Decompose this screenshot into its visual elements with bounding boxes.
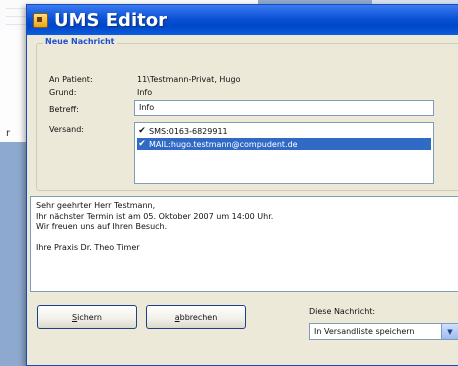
- background-panel: [0, 30, 27, 142]
- ums-editor-window: UMS Editor Neue Nachricht An Patient: 11…: [26, 4, 458, 366]
- dispatch-item-label: MAIL:hugo.testmann@compudent.de: [149, 139, 298, 149]
- dispatch-label: Versand:: [49, 125, 84, 134]
- cancel-button-label: abbrechen: [174, 312, 218, 322]
- patient-label: An Patient:: [49, 75, 93, 84]
- message-textarea[interactable]: Sehr geehrter Herr Testmann, Ihr nächste…: [30, 196, 458, 292]
- message-line: [36, 233, 458, 244]
- reason-label: Grund:: [49, 88, 77, 97]
- cancel-button[interactable]: abbrechen: [146, 305, 246, 329]
- dispatch-item-label: SMS:0163-6829911: [149, 126, 228, 136]
- subject-input[interactable]: Info: [134, 100, 434, 116]
- message-line: Sehr geehrter Herr Testmann,: [36, 201, 156, 210]
- message-line: Ihre Praxis Dr. Theo Timer: [36, 243, 140, 252]
- chevron-down-icon[interactable]: ▼: [441, 324, 458, 339]
- message-line: Wir freuen uns auf Ihren Besuch.: [36, 222, 168, 231]
- background-text: r: [6, 128, 11, 139]
- new-message-group: Neue Nachricht An Patient: 11\Testmann-P…: [36, 37, 458, 191]
- dispatch-list[interactable]: ✔ SMS:0163-6829911 ✔ MAIL:hugo.testmann@…: [134, 122, 434, 184]
- patient-value: 11\Testmann-Privat, Hugo: [137, 75, 241, 84]
- dispatch-item-mail[interactable]: ✔ MAIL:hugo.testmann@compudent.de: [137, 138, 431, 150]
- subject-label: Betreff:: [49, 105, 79, 114]
- message-option-label: Diese Nachricht:: [309, 307, 376, 316]
- message-option-select[interactable]: In Versandliste speichern ▼: [309, 323, 458, 340]
- app-icon: [33, 12, 48, 28]
- dispatch-item-sms[interactable]: ✔ SMS:0163-6829911: [137, 125, 431, 137]
- save-button[interactable]: Sichern: [37, 305, 137, 329]
- window-title: UMS Editor: [54, 9, 167, 31]
- group-label: Neue Nachricht: [43, 37, 117, 46]
- save-button-label: Sichern: [72, 312, 102, 322]
- message-option-value: In Versandliste speichern: [314, 327, 415, 336]
- checkmark-icon[interactable]: ✔: [137, 139, 147, 149]
- title-bar[interactable]: UMS Editor: [27, 5, 458, 35]
- checkmark-icon[interactable]: ✔: [137, 126, 147, 136]
- message-line: Ihr nächster Termin ist am 05. Oktober 2…: [36, 211, 274, 221]
- reason-value: Info: [137, 88, 153, 97]
